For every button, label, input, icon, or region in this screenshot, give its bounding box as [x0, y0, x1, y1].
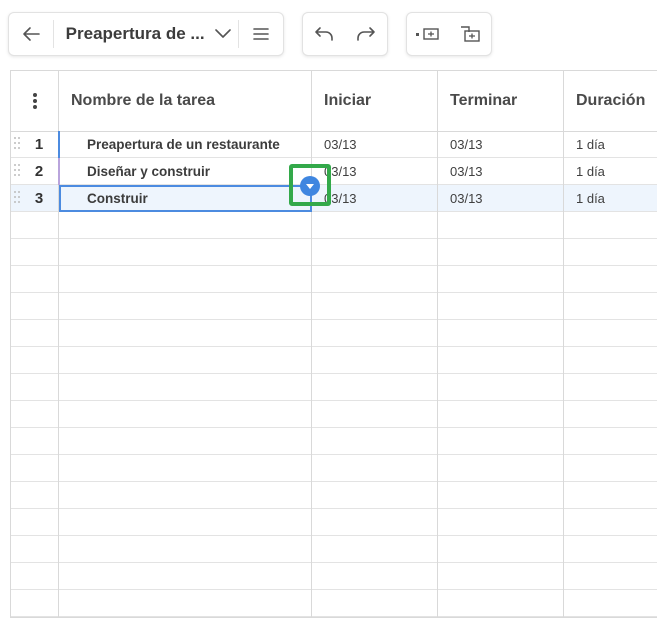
toolbar: Preapertura de ... [0, 0, 657, 70]
row-number: 1 [34, 135, 44, 153]
outdent-button[interactable] [407, 13, 449, 55]
undo-icon [315, 27, 333, 41]
column-divider [437, 71, 438, 617]
row-number: 3 [34, 189, 44, 207]
column-divider [311, 71, 312, 617]
duration-cell[interactable]: 1 día [564, 185, 657, 211]
empty-row[interactable] [11, 320, 657, 347]
indent-button[interactable] [449, 13, 491, 55]
empty-row[interactable] [11, 590, 657, 617]
end-date-cell[interactable]: 03/13 [438, 185, 564, 211]
task-grid: Nombre de la tarea Iniciar Terminar Dura… [10, 70, 657, 618]
task-name-cell[interactable]: Construir [59, 185, 312, 211]
project-selector[interactable]: Preapertura de ... [54, 13, 239, 55]
column-header-duration[interactable]: Duración [564, 71, 657, 131]
arrow-left-icon [23, 27, 40, 41]
indent-toolbar-group [406, 12, 492, 56]
task-dropdown-button[interactable] [300, 176, 320, 196]
undo-button[interactable] [303, 13, 345, 55]
project-title: Preapertura de ... [65, 24, 205, 43]
column-header-name[interactable]: Nombre de la tarea [59, 71, 312, 131]
empty-row[interactable] [11, 455, 657, 482]
empty-row[interactable] [11, 563, 657, 590]
column-header-start[interactable]: Iniciar [312, 71, 438, 131]
chevron-down-icon [214, 29, 231, 38]
back-button[interactable] [9, 13, 53, 55]
empty-row[interactable] [11, 428, 657, 455]
column-divider [563, 71, 564, 617]
end-date-cell[interactable]: 03/13 [438, 158, 564, 184]
empty-row[interactable] [11, 509, 657, 536]
dropdown-caret-icon [306, 184, 314, 189]
row-number: 2 [34, 162, 44, 180]
empty-row[interactable] [11, 536, 657, 563]
row-accent-bar [58, 131, 60, 158]
empty-row[interactable] [11, 212, 657, 239]
table-row[interactable]: 1 Preapertura de un restaurante 03/13 03/13… [11, 131, 657, 158]
empty-row[interactable] [11, 293, 657, 320]
hamburger-menu-icon [253, 28, 269, 40]
duration-cell[interactable]: 1 día [564, 158, 657, 184]
redo-button[interactable] [345, 13, 387, 55]
empty-row[interactable] [11, 401, 657, 428]
grid-header: Nombre de la tarea Iniciar Terminar Dura… [11, 71, 657, 132]
table-row[interactable]: 2 Diseñar y construir 03/13 03/13 1 día [11, 158, 657, 185]
empty-row[interactable] [11, 374, 657, 401]
outdent-task-icon [416, 28, 439, 40]
indent-task-icon [461, 26, 480, 42]
start-date-cell[interactable]: 03/13 [312, 131, 438, 157]
row-menu-button[interactable] [11, 71, 59, 131]
vertical-ellipsis-icon [33, 93, 37, 109]
project-toolbar-group: Preapertura de ... [8, 12, 284, 56]
row-accent-bar [58, 158, 60, 185]
history-toolbar-group [302, 12, 388, 56]
column-header-end[interactable]: Terminar [438, 71, 564, 131]
task-name-cell[interactable]: Diseñar y construir [59, 158, 312, 184]
empty-row[interactable] [11, 347, 657, 374]
empty-row[interactable] [11, 482, 657, 509]
task-name-cell[interactable]: Preapertura de un restaurante [59, 131, 312, 157]
duration-cell[interactable]: 1 día [564, 131, 657, 157]
redo-icon [357, 27, 375, 41]
empty-row[interactable] [11, 239, 657, 266]
table-row[interactable]: 3 Construir 03/13 03/13 1 día [11, 185, 657, 212]
end-date-cell[interactable]: 03/13 [438, 131, 564, 157]
empty-row[interactable] [11, 266, 657, 293]
menu-button[interactable] [239, 13, 283, 55]
